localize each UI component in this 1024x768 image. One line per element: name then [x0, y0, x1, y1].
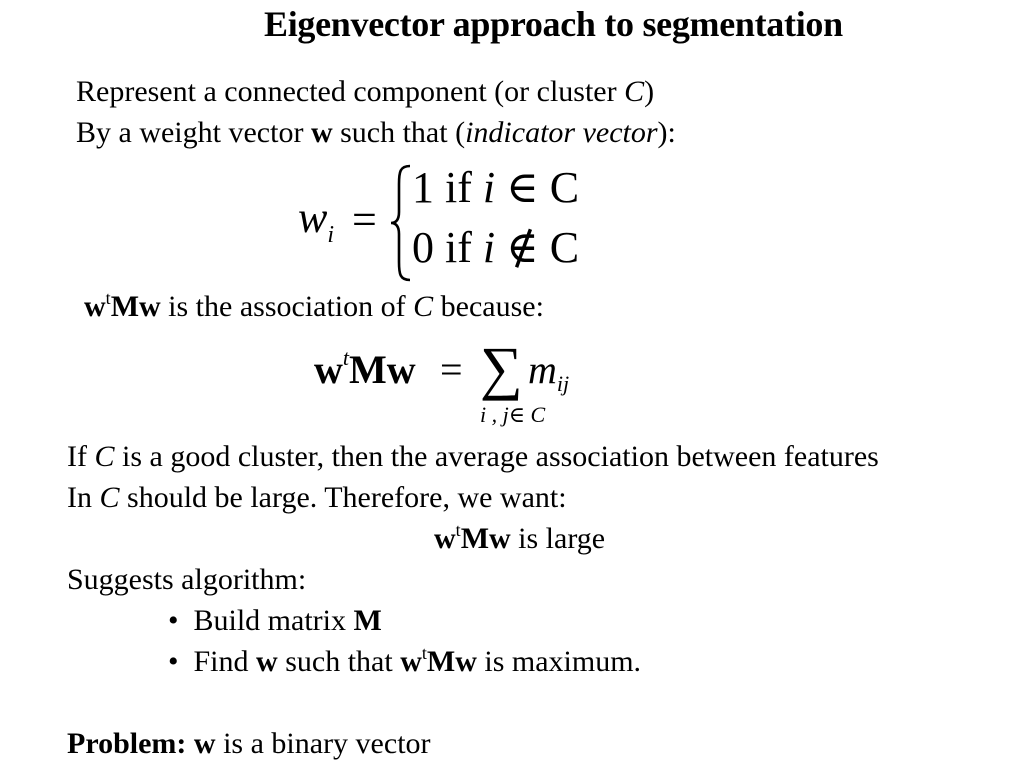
- bullet-icon: •: [168, 604, 179, 637]
- algorithm-heading: Suggests algorithm:: [67, 563, 307, 596]
- sum-term: mij: [528, 347, 570, 396]
- bullet-icon: •: [168, 645, 179, 678]
- equals-sign: =: [440, 347, 463, 392]
- sum-equation-lhs: wtMw: [314, 345, 416, 392]
- left-brace-icon: [390, 164, 411, 282]
- equals-sign: =: [352, 195, 377, 244]
- sum-index: i , j∈ C: [480, 402, 546, 427]
- case-in-cluster: 1 if i ∈ C: [412, 163, 580, 212]
- sigma-icon: ∑: [480, 335, 523, 401]
- algorithm-item-1: • Build matrix M: [168, 604, 382, 637]
- problem-line: Problem: w is a binary vector: [67, 727, 431, 760]
- sum-equation: wtMw = ∑ mij i , j∈ C: [314, 338, 614, 433]
- reasoning-line-3: wtMw is large: [434, 520, 606, 555]
- reasoning-line-1: If C is a good cluster, then the average…: [67, 440, 879, 473]
- reasoning-line-2: In C should be large. Therefore, we want…: [67, 481, 567, 514]
- algorithm-item-2: • Find w such that wtMw is maximum.: [168, 643, 642, 678]
- equation-lhs: wi: [298, 193, 335, 248]
- intro-line-2: By a weight vector w such that (indicato…: [76, 116, 676, 149]
- case-not-in-cluster: 0 if i ∉ C: [412, 223, 580, 272]
- intro-line-1: Represent a connected component (or clus…: [76, 75, 655, 108]
- association-line: wtMw is the association of C because:: [84, 288, 544, 323]
- slide-title: Eigenvector approach to segmentation: [264, 4, 843, 44]
- piecewise-equation: wi = 1 if i ∈ C 0 if i ∉ C: [298, 160, 598, 285]
